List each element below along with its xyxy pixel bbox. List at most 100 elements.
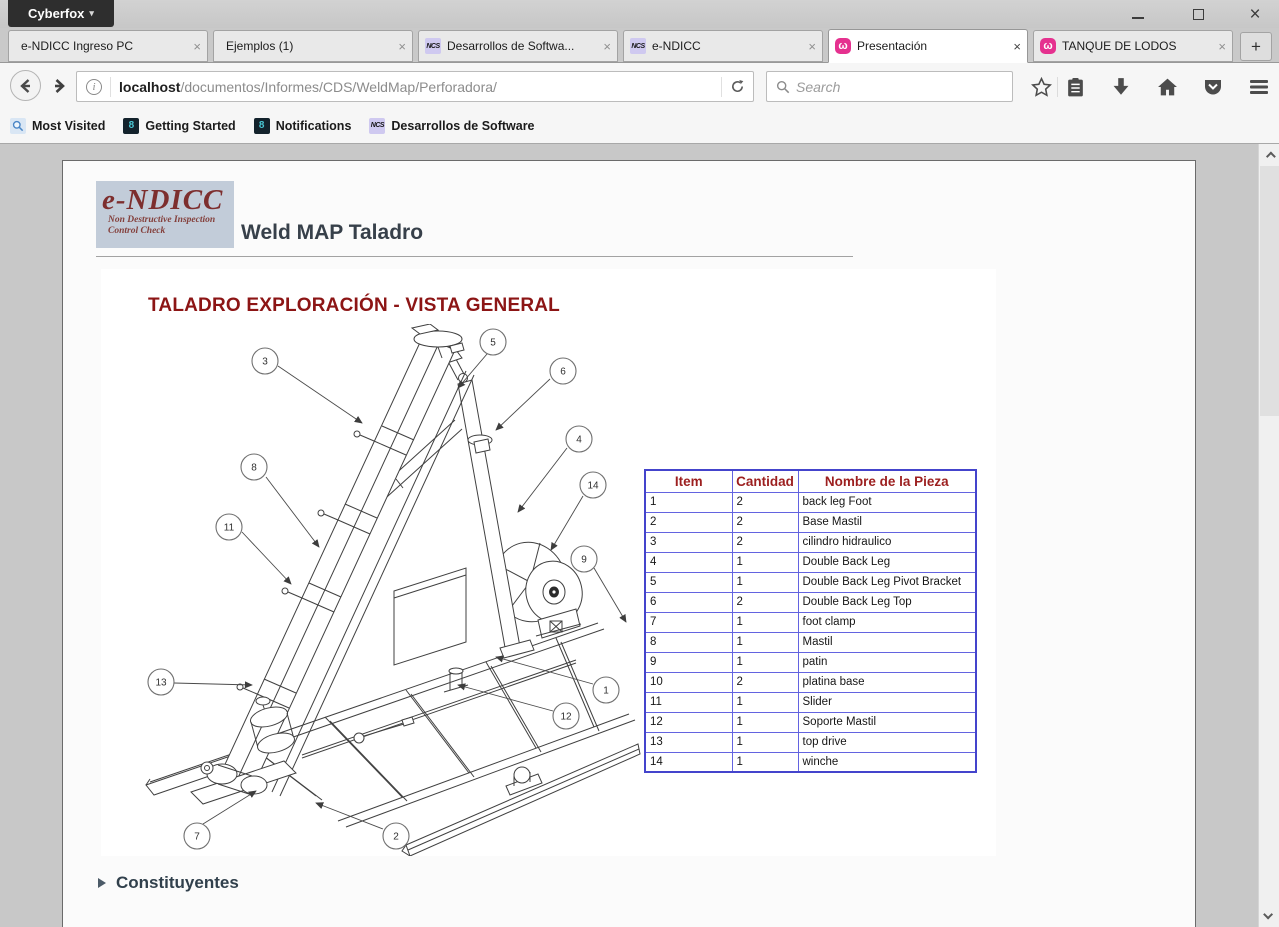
col-item: Item (645, 470, 732, 492)
menu-button[interactable] (1246, 74, 1272, 100)
firefox-dark-icon: 8 (123, 118, 139, 134)
hamburger-icon (1249, 78, 1269, 96)
svg-text:8: 8 (251, 463, 257, 474)
tab-close-icon[interactable]: × (603, 39, 611, 54)
forward-button[interactable] (48, 75, 70, 97)
cell-nombre: back leg Foot (798, 492, 976, 512)
eye-bolt (354, 717, 414, 743)
tab-label: TANQUE DE LODOS (1062, 39, 1214, 53)
constituyentes-label: Constituyentes (116, 873, 239, 893)
drawing-panel: TALADRO EXPLORACIÓN - VISTA GENERAL (101, 269, 996, 856)
bookmark-getting-started[interactable]: 8 Getting Started (123, 118, 235, 134)
cell-item: 6 (645, 592, 732, 612)
app-menu-label: Cyberfox (28, 6, 84, 21)
cell-item: 12 (645, 712, 732, 732)
titlebar: Cyberfox ▾ × (0, 0, 1279, 28)
tab-close-icon[interactable]: × (1218, 39, 1226, 54)
tab-e-ndicc[interactable]: NCS e-NDICC × (623, 30, 823, 62)
cell-nombre: Base Mastil (798, 512, 976, 532)
url-path: /documentos/Informes/CDS/WeldMap/Perfora… (180, 79, 713, 95)
callout-balloon: 13 (148, 669, 174, 695)
callout-balloon: 14 (580, 472, 606, 498)
search-icon (776, 80, 790, 94)
minimize-button[interactable] (1116, 2, 1160, 26)
bookmark-most-visited[interactable]: Most Visited (10, 118, 105, 134)
scroll-down-button[interactable] (1259, 904, 1279, 924)
table-row: 6 2 Double Back Leg Top (645, 592, 976, 612)
svg-text:3: 3 (262, 357, 268, 368)
parts-table-header: Item Cantidad Nombre de la Pieza (645, 470, 976, 492)
callout-balloon: 5 (480, 329, 506, 355)
site-info-icon[interactable]: i (86, 79, 102, 95)
cell-nombre: Mastil (798, 632, 976, 652)
tab-tanque-de-lodos[interactable]: ω TANQUE DE LODOS × (1033, 30, 1233, 62)
tab-strip: e-NDICC Ingreso PC × Ejemplos (1) × NCS … (0, 28, 1279, 62)
app-menu-button[interactable]: Cyberfox ▾ (8, 0, 114, 27)
svg-text:14: 14 (587, 481, 599, 492)
svg-text:1: 1 (603, 686, 609, 697)
table-row: 2 2 Base Mastil (645, 512, 976, 532)
table-row: 13 1 top drive (645, 732, 976, 752)
url-host: localhost (119, 79, 180, 95)
logo-subtitle-1: Non Destructive Inspection (102, 215, 234, 226)
cell-nombre: winche (798, 752, 976, 772)
tab-close-icon[interactable]: × (1013, 39, 1021, 54)
scroll-up-button[interactable] (1259, 146, 1279, 166)
cell-item: 10 (645, 672, 732, 692)
ncs-favicon: NCS (630, 38, 646, 54)
close-button[interactable]: × (1233, 2, 1277, 26)
bookmarks-menu-button[interactable] (1062, 74, 1088, 100)
tab-close-icon[interactable]: × (398, 39, 406, 54)
cell-nombre: cilindro hidraulico (798, 532, 976, 552)
divider (1057, 77, 1058, 97)
tab-desarrollos[interactable]: NCS Desarrollos de Softwa... × (418, 30, 618, 62)
cell-cantidad: 1 (732, 632, 798, 652)
endicc-logo: e-NDICC Non Destructive Inspection Contr… (96, 181, 234, 248)
vertical-scrollbar[interactable] (1258, 144, 1279, 927)
constituyentes-toggle[interactable]: Constituyentes (98, 873, 239, 893)
cell-item: 5 (645, 572, 732, 592)
maximize-button[interactable] (1176, 2, 1220, 26)
chevron-up-icon (1265, 151, 1275, 161)
downloads-button[interactable] (1108, 74, 1134, 100)
cell-item: 4 (645, 552, 732, 572)
taladro-isometric-drawing: 3 5 6 8 4 14 11 9 13 1 12 7 2 (106, 324, 641, 856)
parts-table: Item Cantidad Nombre de la Pieza 1 2 bac… (644, 469, 977, 773)
tab-ejemplos[interactable]: Ejemplos (1) × (213, 30, 413, 62)
cell-item: 2 (645, 512, 732, 532)
page-title: Weld MAP Taladro (241, 221, 423, 245)
callout-balloon: 3 (252, 348, 278, 374)
callout-balloon: 2 (383, 823, 409, 849)
home-button[interactable] (1154, 74, 1180, 100)
svg-text:11: 11 (224, 523, 235, 534)
tab-e-ndicc-ingreso[interactable]: e-NDICC Ingreso PC × (8, 30, 208, 62)
col-nombre: Nombre de la Pieza (798, 470, 976, 492)
bookmark-notifications[interactable]: 8 Notifications (254, 118, 352, 134)
search-input[interactable] (796, 79, 1012, 95)
search-bar[interactable] (766, 71, 1013, 102)
scrollbar-thumb[interactable] (1260, 166, 1279, 416)
cell-nombre: Double Back Leg Pivot Bracket (798, 572, 976, 592)
url-bar[interactable]: i localhost /documentos/Informes/CDS/Wel… (76, 71, 754, 102)
cell-item: 14 (645, 752, 732, 772)
cell-item: 9 (645, 652, 732, 672)
parts-table-body: 1 2 back leg Foot 2 2 Base Mastil 3 (645, 492, 976, 772)
bookmark-label: Getting Started (145, 119, 235, 133)
new-tab-button[interactable]: + (1240, 32, 1272, 61)
back-button[interactable] (10, 70, 41, 101)
cell-cantidad: 1 (732, 612, 798, 632)
divider (96, 256, 853, 257)
callout-balloon: 4 (566, 426, 592, 452)
cell-cantidad: 1 (732, 572, 798, 592)
bookmark-star-button[interactable] (1028, 74, 1054, 100)
tab-presentacion[interactable]: ω Presentación × (828, 29, 1028, 63)
svg-text:13: 13 (155, 678, 167, 689)
pocket-button[interactable] (1200, 74, 1226, 100)
tab-close-icon[interactable]: × (193, 39, 201, 54)
bookmark-desarrollos[interactable]: NCS Desarrollos de Software (369, 118, 534, 134)
cell-cantidad: 1 (732, 752, 798, 772)
tab-close-icon[interactable]: × (808, 39, 816, 54)
reload-button[interactable] (721, 77, 745, 97)
table-row: 12 1 Soporte Mastil (645, 712, 976, 732)
table-row: 5 1 Double Back Leg Pivot Bracket (645, 572, 976, 592)
